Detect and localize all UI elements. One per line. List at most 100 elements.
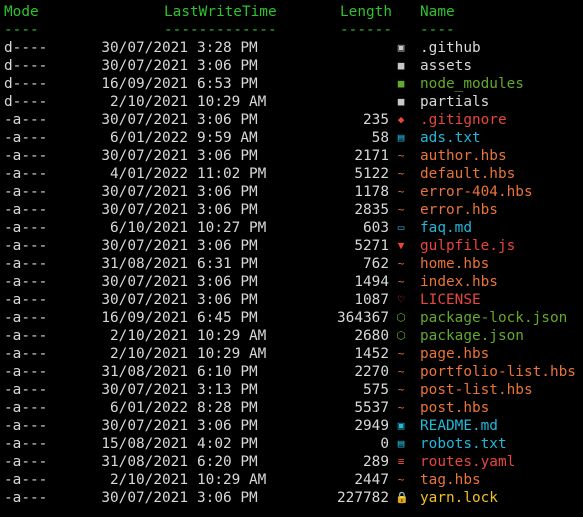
gulp-icon: ▼ [397, 239, 405, 252]
folder-icon: ■ [397, 59, 405, 72]
name-cell: error-404.hbs [420, 184, 533, 200]
time-cell: 11:02 PM [197, 166, 267, 182]
list-item: -a--- 16/09/2021 6:45 PM 364367 ⬡ package-loc… [0, 309, 583, 327]
rule-mode: ---- [4, 22, 39, 38]
folder-github-icon: ▣ [397, 41, 405, 54]
list-item: -a--- 2/10/2021 10:29 AM 2680 ⬡ package.json [0, 327, 583, 345]
name-cell: README.md [420, 418, 498, 434]
date-cell: 6/10/2021 [110, 220, 188, 236]
mode-cell: d---- [4, 40, 48, 56]
mode-cell: -a--- [4, 166, 48, 182]
date-cell: 2/10/2021 [110, 472, 188, 488]
length-cell: 235 [363, 112, 389, 128]
handlebars-icon: ~ [397, 473, 405, 486]
time-cell: 6:53 PM [197, 76, 258, 92]
name-cell: partials [420, 94, 490, 110]
readme-icon: ▣ [397, 419, 405, 432]
mode-cell: -a--- [4, 256, 48, 272]
list-item: -a--- 30/07/2021 3:06 PM 1494 ~ index.hbs [0, 273, 583, 291]
lock-icon: 🔒 [395, 491, 409, 504]
length-cell: 58 [371, 130, 389, 146]
list-item: -a--- 30/07/2021 3:06 PM 2835 ~ error.hbs [0, 201, 583, 219]
list-item: -a--- 30/07/2021 3:06 PM 227782 🔒 yarn.lock [0, 489, 583, 507]
date-cell: 31/08/2021 [101, 364, 188, 380]
list-item: -a--- 2/10/2021 10:29 AM 2447 ~ tag.hbs [0, 471, 583, 489]
folder-icon: ■ [397, 95, 405, 108]
list-item: -a--- 30/07/2021 3:13 PM 575 ~ post-list.hbs [0, 381, 583, 399]
mode-cell: -a--- [4, 436, 48, 452]
name-cell: LICENSE [420, 292, 481, 308]
time-cell: 3:06 PM [197, 490, 258, 506]
time-cell: 3:06 PM [197, 148, 258, 164]
date-cell: 2/10/2021 [110, 94, 188, 110]
time-cell: 10:29 AM [197, 346, 267, 362]
length-cell: 2680 [354, 328, 389, 344]
yaml-icon: ≡ [397, 455, 405, 468]
name-cell: package.json [420, 328, 524, 344]
mode-cell: -a--- [4, 490, 48, 506]
handlebars-icon: ~ [397, 257, 405, 270]
mode-cell: -a--- [4, 274, 48, 290]
time-cell: 3:06 PM [197, 238, 258, 254]
time-cell: 10:27 PM [197, 220, 267, 236]
time-cell: 6:10 PM [197, 364, 258, 380]
date-cell: 31/08/2021 [101, 454, 188, 470]
length-cell: 0 [380, 436, 389, 452]
date-cell: 6/01/2022 [110, 400, 188, 416]
length-cell: 2171 [354, 148, 389, 164]
name-cell: .github [420, 40, 481, 56]
date-cell: 30/07/2021 [101, 148, 188, 164]
terminal-output: Mode LastWriteTime Length Name ---- ----… [0, 3, 583, 507]
name-cell: yarn.lock [420, 490, 498, 506]
handlebars-icon: ~ [397, 383, 405, 396]
column-headers: Mode LastWriteTime Length Name [0, 3, 583, 21]
time-cell: 3:06 PM [197, 418, 258, 434]
mode-cell: -a--- [4, 472, 48, 488]
date-cell: 16/09/2021 [101, 76, 188, 92]
time-cell: 3:13 PM [197, 382, 258, 398]
list-item: -a--- 30/07/2021 3:06 PM 235 ◆ .gitignore [0, 111, 583, 129]
date-cell: 4/01/2022 [110, 166, 188, 182]
rule-name: ---- [420, 22, 455, 38]
list-item: -a--- 6/01/2022 9:59 AM 58 ▤ ads.txt [0, 129, 583, 147]
list-item: -a--- 30/07/2021 3:06 PM 2171 ~ author.hbs [0, 147, 583, 165]
nodejs-icon: ⬡ [396, 329, 406, 342]
name-cell: .gitignore [420, 112, 507, 128]
name-cell: home.hbs [420, 256, 490, 272]
length-cell: 603 [363, 220, 389, 236]
mode-cell: -a--- [4, 454, 48, 470]
date-cell: 6/01/2022 [110, 130, 188, 146]
mode-cell: -a--- [4, 184, 48, 200]
time-cell: 6:45 PM [197, 310, 258, 326]
list-item: -a--- 31/08/2021 6:20 PM 289 ≡ routes.yaml [0, 453, 583, 471]
git-icon: ◆ [397, 113, 405, 126]
time-cell: 9:59 AM [197, 130, 258, 146]
header-lastwritetime: LastWriteTime [164, 4, 277, 20]
list-item: -a--- 31/08/2021 6:10 PM 2270 ~ portfolio-lis… [0, 363, 583, 381]
license-icon: ♡ [397, 293, 405, 306]
length-cell: 5271 [354, 238, 389, 254]
length-cell: 2447 [354, 472, 389, 488]
time-cell: 6:20 PM [197, 454, 258, 470]
time-cell: 3:06 PM [197, 274, 258, 290]
mode-cell: d---- [4, 76, 48, 92]
mode-cell: -a--- [4, 364, 48, 380]
list-item: -a--- 31/08/2021 6:31 PM 762 ~ home.hbs [0, 255, 583, 273]
mode-cell: -a--- [4, 148, 48, 164]
handlebars-icon: ~ [397, 365, 405, 378]
header-length: Length [340, 4, 392, 20]
list-item: -a--- 30/07/2021 3:06 PM 2949 ▣ README.md [0, 417, 583, 435]
length-cell: 762 [363, 256, 389, 272]
date-cell: 2/10/2021 [110, 328, 188, 344]
date-cell: 2/10/2021 [110, 346, 188, 362]
length-cell: 364367 [337, 310, 389, 326]
date-cell: 30/07/2021 [101, 382, 188, 398]
list-item: -a--- 30/07/2021 3:06 PM 5271 ▼ gulpfile.js [0, 237, 583, 255]
name-cell: portfolio-list.hbs [420, 364, 576, 380]
mode-cell: d---- [4, 58, 48, 74]
length-cell: 1452 [354, 346, 389, 362]
name-cell: author.hbs [420, 148, 507, 164]
name-cell: post-list.hbs [420, 382, 533, 398]
list-item: -a--- 6/10/2021 10:27 PM 603 ▭ faq.md [0, 219, 583, 237]
list-item: -a--- 6/01/2022 8:28 PM 5537 ~ post.hbs [0, 399, 583, 417]
